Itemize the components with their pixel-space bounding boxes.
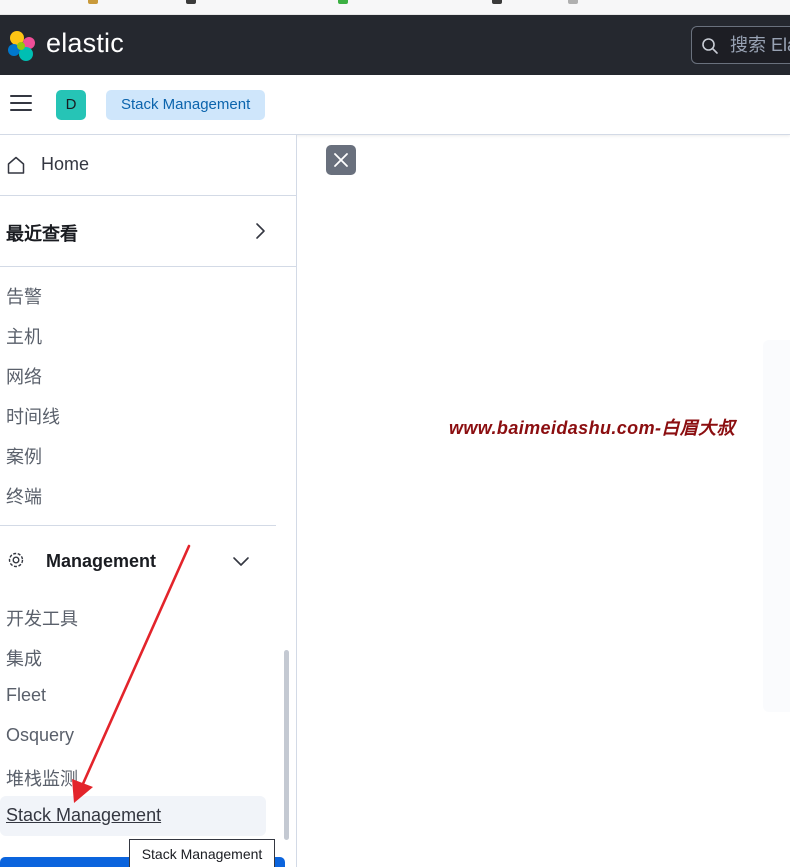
home-icon xyxy=(7,156,25,174)
nav-item-alerts[interactable]: 告警 xyxy=(6,283,42,309)
nav-item-endpoints[interactable]: 终端 xyxy=(6,483,42,509)
content-panel xyxy=(763,340,790,712)
side-nav: Home 最近查看 告警 主机 网络 时间线 案例 终端 Management … xyxy=(0,135,297,867)
chevron-right-icon xyxy=(256,223,265,239)
nav-item-stack-monitoring[interactable]: 堆栈监测 xyxy=(6,765,78,791)
tab-fragment xyxy=(88,0,98,4)
recently-viewed-label: 最近查看 xyxy=(6,224,78,244)
nav-home-label: Home xyxy=(41,154,90,174)
close-icon xyxy=(334,153,348,167)
nav-item-dev-tools[interactable]: 开发工具 xyxy=(6,605,78,631)
management-label: Management xyxy=(46,551,157,571)
tooltip: Stack Management xyxy=(129,839,275,867)
nav-divider xyxy=(0,525,276,526)
nav-item-cases[interactable]: 案例 xyxy=(6,443,42,469)
nav-management-group[interactable]: Management xyxy=(0,539,276,583)
nav-item-stack-management[interactable]: Stack Management xyxy=(6,805,161,826)
sidebar-scrollbar[interactable] xyxy=(284,650,289,840)
brand-name[interactable]: elastic xyxy=(46,28,124,59)
hamburger-menu-icon[interactable] xyxy=(10,95,32,115)
breadcrumb[interactable]: Stack Management xyxy=(106,90,266,120)
elastic-logo-icon[interactable] xyxy=(6,30,38,62)
nav-item-network[interactable]: 网络 xyxy=(6,363,42,389)
nav-item-osquery[interactable]: Osquery xyxy=(6,725,74,746)
tab-fragment xyxy=(492,0,502,4)
chevron-down-icon xyxy=(233,557,249,566)
nav-recently-viewed[interactable]: 最近查看 xyxy=(0,196,296,267)
close-button[interactable] xyxy=(326,145,356,175)
space-avatar[interactable]: D xyxy=(56,90,86,120)
nav-item-hosts[interactable]: 主机 xyxy=(6,323,42,349)
sub-header: D Stack Management xyxy=(0,75,790,135)
nav-item-integrations[interactable]: 集成 xyxy=(6,645,42,671)
nav-item-timelines[interactable]: 时间线 xyxy=(6,403,60,429)
browser-tab-strip xyxy=(0,0,790,15)
gear-icon xyxy=(8,552,24,568)
top-header: elastic xyxy=(0,15,790,75)
nav-home[interactable]: Home xyxy=(0,135,296,196)
tab-fragment xyxy=(338,0,348,4)
search-input[interactable] xyxy=(730,35,790,56)
nav-item-fleet[interactable]: Fleet xyxy=(6,685,46,706)
tab-fragment xyxy=(568,0,578,4)
search-icon xyxy=(702,38,718,54)
tab-fragment xyxy=(186,0,196,4)
global-search-box[interactable] xyxy=(691,26,790,64)
watermark-text: www.baimeidashu.com-白眉大叔 xyxy=(449,418,735,438)
